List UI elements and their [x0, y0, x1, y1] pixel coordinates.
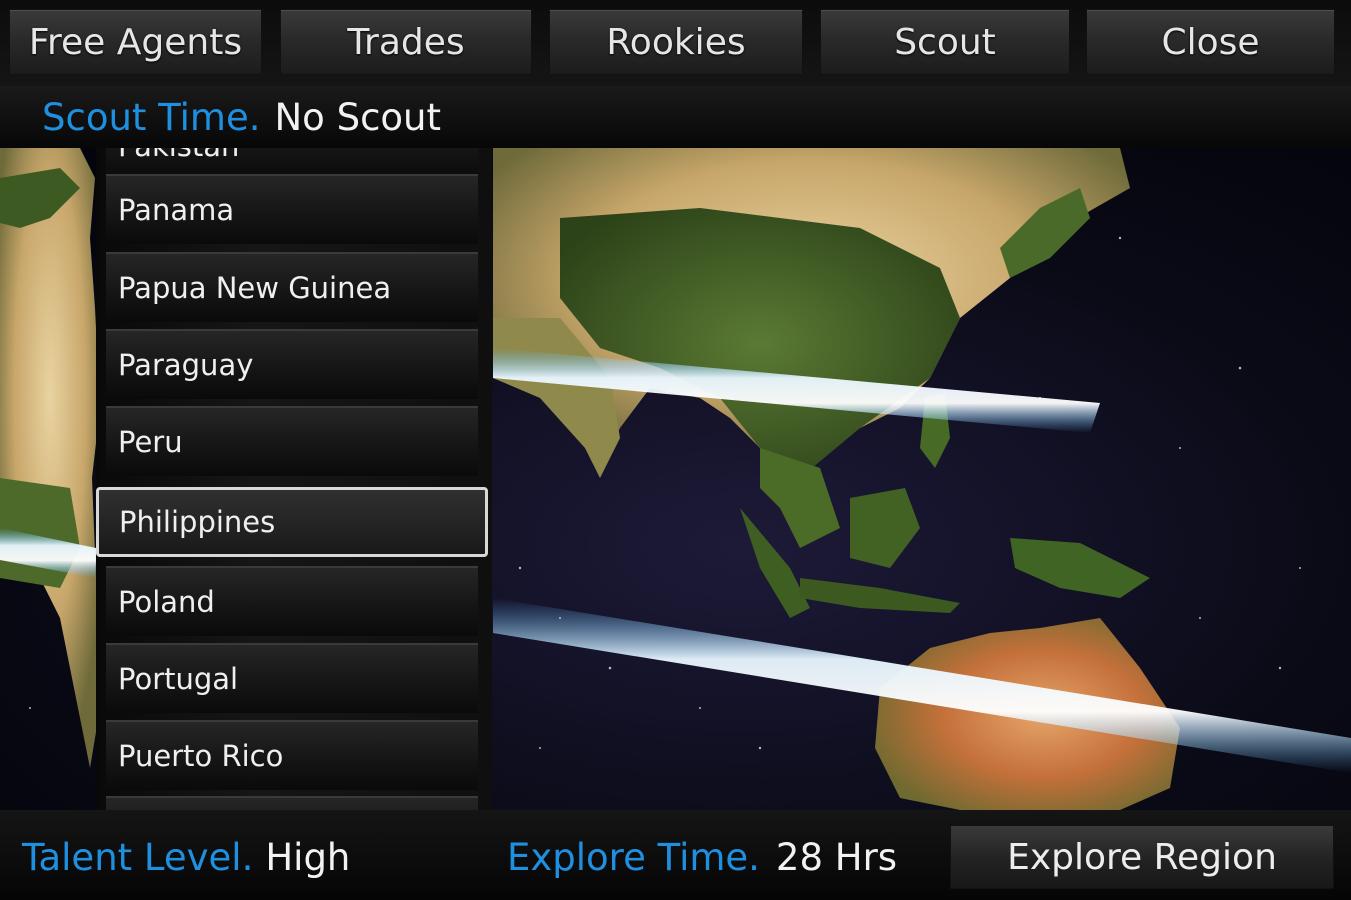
tab-close[interactable]: Close — [1086, 9, 1335, 75]
list-item-portugal[interactable]: Portugal — [106, 643, 478, 713]
tab-trades[interactable]: Trades — [280, 9, 532, 75]
list-item-peru[interactable]: Peru — [106, 406, 478, 476]
country-list[interactable]: Pakistan Panama Papua New Guinea Paragua… — [96, 148, 492, 810]
explore-time-value: 28 Hrs — [775, 836, 898, 879]
scout-time-bar: Scout Time. No Scout — [0, 86, 1351, 148]
list-item-paraguay[interactable]: Paraguay — [106, 329, 478, 399]
scout-time-value: No Scout — [274, 95, 442, 139]
list-item-puerto-rico[interactable]: Puerto Rico — [106, 720, 478, 790]
tab-scout[interactable]: Scout — [820, 9, 1070, 75]
explore-region-button[interactable]: Explore Region — [950, 825, 1334, 889]
top-tab-bar: Free Agents Trades Rookies Scout Close — [0, 0, 1351, 86]
tab-free-agents[interactable]: Free Agents — [9, 9, 262, 75]
explore-time: Explore Time. 28 Hrs — [507, 836, 897, 879]
bottom-info-bar: Talent Level. High Explore Time. 28 Hrs Ex… — [0, 810, 1351, 900]
talent-level-label: Talent Level. — [22, 836, 254, 879]
list-item-poland[interactable]: Poland — [106, 566, 478, 636]
list-item-panama[interactable]: Panama — [106, 174, 478, 244]
talent-level: Talent Level. High — [22, 836, 350, 879]
list-item-papua-new-guinea[interactable]: Papua New Guinea — [106, 252, 478, 322]
explore-time-label: Explore Time. — [507, 836, 760, 879]
scout-time-label: Scout Time. — [42, 95, 261, 139]
talent-level-value: High — [265, 836, 351, 879]
tab-rookies[interactable]: Rookies — [549, 9, 803, 75]
list-item-philippines[interactable]: Philippines — [96, 487, 488, 557]
list-item-next[interactable] — [106, 796, 478, 810]
